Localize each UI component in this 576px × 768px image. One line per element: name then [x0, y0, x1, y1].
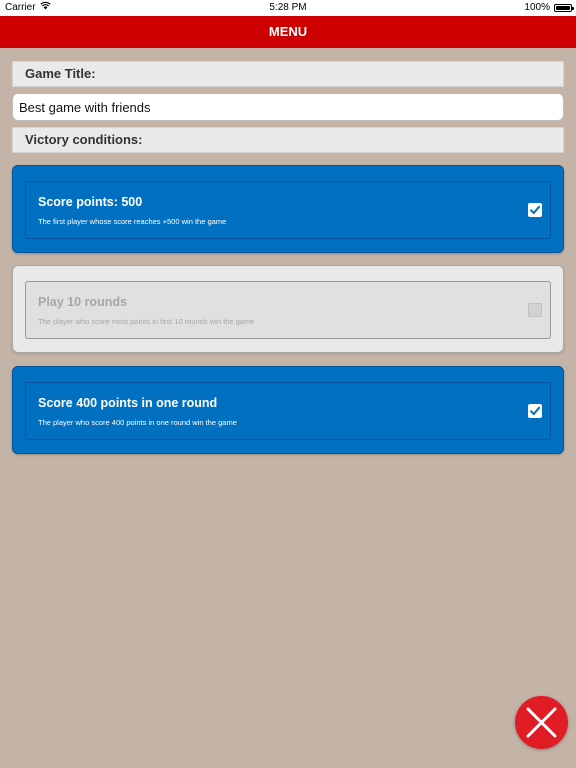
condition-title: Score 400 points in one round: [38, 396, 218, 410]
condition-card-score-points[interactable]: Score points: 500 The first player whose…: [12, 165, 564, 253]
victory-conditions-label: Victory conditions:: [12, 127, 564, 153]
page-title: MENU: [268, 24, 308, 39]
condition-description: The player who score 400 points in one r…: [38, 418, 237, 427]
condition-description: The player who score most points in firs…: [38, 317, 255, 326]
checkmark-icon: [530, 406, 540, 415]
condition-card-score-one-round[interactable]: Score 400 points in one round The player…: [12, 366, 564, 454]
condition-checkbox[interactable]: [528, 203, 542, 217]
condition-description: The first player whose score reaches +50…: [38, 217, 227, 226]
battery-icon: [554, 4, 574, 12]
status-bar-right: 100%: [524, 0, 574, 16]
close-button[interactable]: [515, 696, 568, 749]
condition-title: Score points: 500: [38, 195, 143, 209]
condition-checkbox[interactable]: [528, 303, 542, 317]
game-title-label: Game Title:: [12, 61, 564, 87]
condition-title: Play 10 rounds: [38, 295, 127, 309]
status-bar: Carrier 5:28 PM 100%: [0, 0, 576, 16]
condition-card-inner: Score points: 500 The first player whose…: [25, 181, 551, 239]
condition-card-inner: Score 400 points in one round The player…: [25, 382, 551, 440]
clock: 5:28 PM: [269, 2, 307, 13]
checkmark-icon: [530, 205, 540, 214]
battery-percent: 100%: [524, 2, 550, 13]
condition-checkbox[interactable]: [528, 404, 542, 418]
condition-card-inner: Play 10 rounds The player who score most…: [25, 281, 551, 339]
close-icon: [526, 707, 557, 738]
game-title-input[interactable]: [12, 93, 564, 121]
condition-card-play-rounds[interactable]: Play 10 rounds The player who score most…: [12, 265, 564, 353]
menu-header: MENU: [0, 16, 576, 48]
